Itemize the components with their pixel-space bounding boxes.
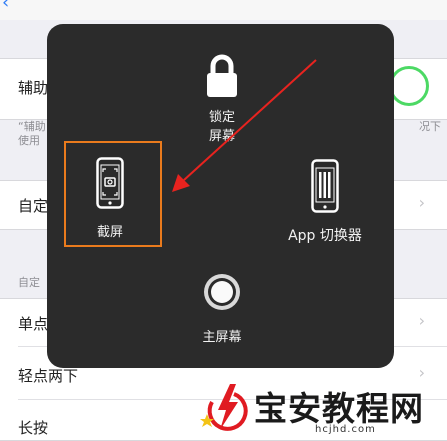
watermark-logo-icon xyxy=(200,384,248,431)
watermark: 宝安教程网 hcjhd.com xyxy=(200,380,445,438)
annotation-arrow xyxy=(172,59,317,192)
arrow-line xyxy=(183,59,317,181)
watermark-text: 宝安教程网 xyxy=(254,389,424,428)
watermark-url: hcjhd.com xyxy=(315,424,376,435)
